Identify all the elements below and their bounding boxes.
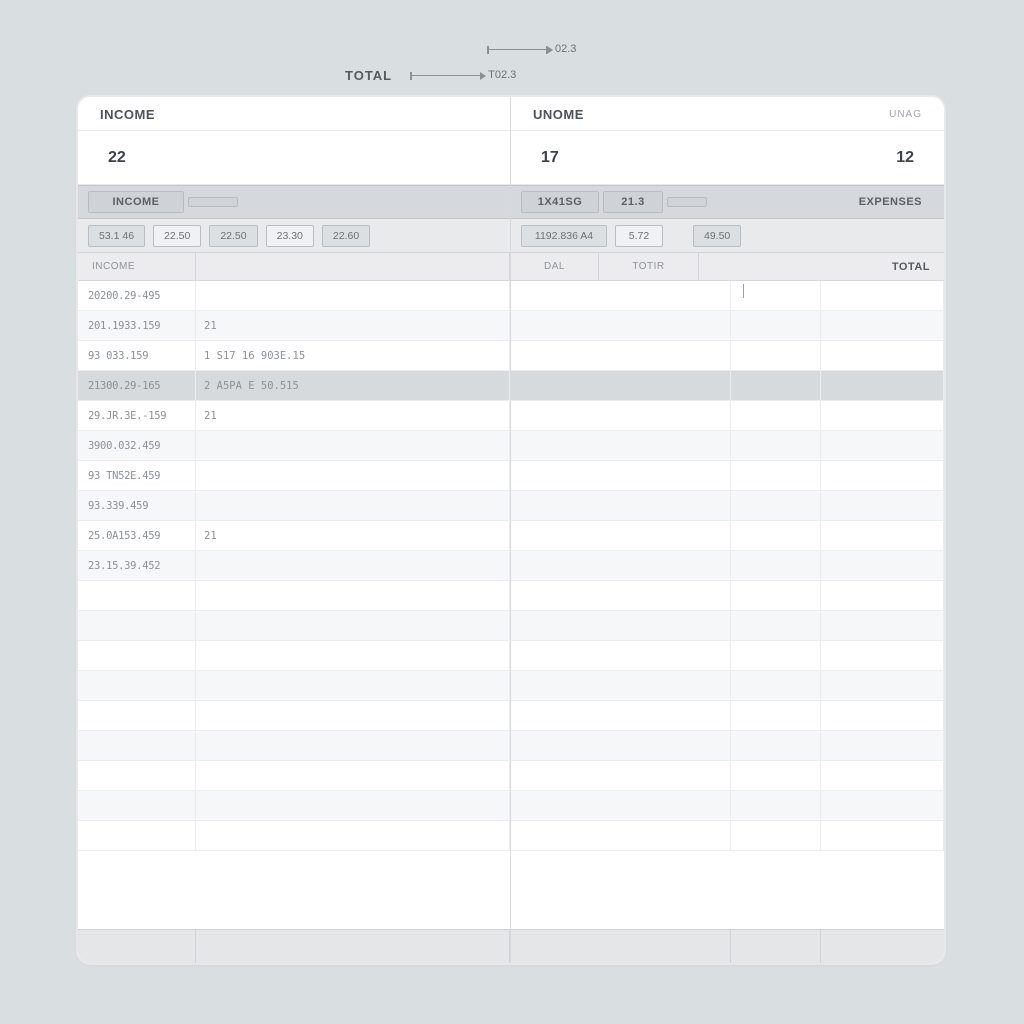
income-chip-4[interactable]: 22.60: [322, 225, 370, 247]
expense-title-sub: UNAG: [889, 109, 922, 120]
table-row[interactable]: 93 TN52E.459: [78, 461, 510, 491]
table-row[interactable]: [511, 341, 944, 371]
income-chip-2[interactable]: 22.50: [209, 225, 257, 247]
expense-title-text: UNOME: [533, 107, 584, 122]
table-row[interactable]: [511, 581, 944, 611]
scale-total-label: TOTAL: [345, 68, 392, 83]
income-footer: [78, 929, 510, 963]
expense-subheader: DAL TOTIR TOTAL: [511, 253, 944, 281]
scale-val-2: T02.3: [488, 69, 516, 81]
table-row[interactable]: 25.0A153.45921: [78, 521, 510, 551]
income-title-text: INCOME: [100, 107, 155, 122]
table-row[interactable]: [511, 431, 944, 461]
table-row[interactable]: 93.339.459: [78, 491, 510, 521]
expense-grid[interactable]: [511, 281, 944, 929]
income-chip-1[interactable]: 22.50: [153, 225, 201, 247]
table-row[interactable]: [78, 611, 510, 641]
table-row[interactable]: [511, 791, 944, 821]
table-row[interactable]: [511, 611, 944, 641]
table-row[interactable]: [511, 521, 944, 551]
expense-big-a: 17: [541, 149, 559, 167]
table-row[interactable]: [78, 701, 510, 731]
table-row[interactable]: 21300.29-1652 A5PA E 50.515: [78, 371, 510, 401]
table-row[interactable]: [511, 281, 944, 311]
table-row[interactable]: [78, 731, 510, 761]
table-row[interactable]: [511, 761, 944, 791]
table-row[interactable]: [511, 311, 944, 341]
table-row[interactable]: [78, 821, 510, 851]
table-row[interactable]: [511, 641, 944, 671]
expense-pane: UNOME UNAG 17 12 1X41SG 21.3 EXPENSES 11…: [511, 97, 944, 963]
income-chip-band: 53.1 46 22.50 22.50 23.30 22.60: [78, 219, 510, 253]
expense-big-b: 12: [896, 149, 914, 167]
table-row[interactable]: [78, 671, 510, 701]
table-row[interactable]: 23.15.39.452: [78, 551, 510, 581]
income-big-value: 22: [108, 149, 126, 167]
table-row[interactable]: [511, 371, 944, 401]
expense-header-c: EXPENSES: [844, 192, 934, 212]
income-pane: INCOME 22 INCOME 53.1 46 22.50 22.50 23.…: [78, 97, 511, 963]
income-header-band: INCOME: [78, 185, 510, 219]
scale-val-1: 02.3: [555, 43, 576, 55]
expense-chip-0[interactable]: 1192.836 A4: [521, 225, 607, 247]
expense-header-band: 1X41SG 21.3 EXPENSES: [511, 185, 944, 219]
expense-sub-a: DAL: [511, 253, 599, 280]
income-header-spacer-1[interactable]: [188, 197, 238, 207]
table-row[interactable]: 20200.29-495: [78, 281, 510, 311]
expense-sub-c: TOTAL: [699, 253, 944, 280]
table-row[interactable]: [511, 461, 944, 491]
table-row[interactable]: [78, 791, 510, 821]
table-row[interactable]: [511, 491, 944, 521]
income-big-row: 22: [78, 131, 510, 185]
table-row[interactable]: [511, 551, 944, 581]
table-row[interactable]: [511, 701, 944, 731]
table-row[interactable]: 29.JR.3E.-15921: [78, 401, 510, 431]
expense-chip-band: 1192.836 A4 5.72 49.50: [511, 219, 944, 253]
income-header-cell[interactable]: INCOME: [88, 191, 184, 213]
expense-header-gap[interactable]: [667, 197, 707, 207]
expense-chip-1[interactable]: 5.72: [615, 225, 663, 247]
expense-header-b[interactable]: 21.3: [603, 191, 663, 213]
expense-sub-b: TOTIR: [599, 253, 699, 280]
income-pane-title: INCOME: [78, 97, 510, 131]
ledger-card: INCOME 22 INCOME 53.1 46 22.50 22.50 23.…: [76, 95, 946, 965]
table-row[interactable]: 201.1933.15921: [78, 311, 510, 341]
expense-footer: [511, 929, 944, 963]
income-sub-col1: INCOME: [78, 253, 196, 280]
table-row[interactable]: [78, 641, 510, 671]
table-row[interactable]: 3900.032.459: [78, 431, 510, 461]
expense-pane-title: UNOME UNAG: [511, 97, 944, 131]
grid-tick-mark: [743, 284, 744, 298]
table-row[interactable]: [78, 761, 510, 791]
top-scale: 02.3 TOTAL T02.3: [345, 38, 655, 82]
table-row[interactable]: [511, 671, 944, 701]
table-row[interactable]: 93 033.1591 S17 16 903E.15: [78, 341, 510, 371]
expense-chip-2[interactable]: 49.50: [693, 225, 741, 247]
table-row[interactable]: [511, 401, 944, 431]
income-chip-0[interactable]: 53.1 46: [88, 225, 145, 247]
income-grid[interactable]: 20200.29-495201.1933.1592193 033.1591 S1…: [78, 281, 510, 929]
expense-big-row: 17 12: [511, 131, 944, 185]
table-row[interactable]: [511, 731, 944, 761]
table-row[interactable]: [511, 821, 944, 851]
income-chip-3[interactable]: 23.30: [266, 225, 314, 247]
expense-header-a[interactable]: 1X41SG: [521, 191, 599, 213]
table-row[interactable]: [78, 581, 510, 611]
income-subheader: INCOME: [78, 253, 510, 281]
